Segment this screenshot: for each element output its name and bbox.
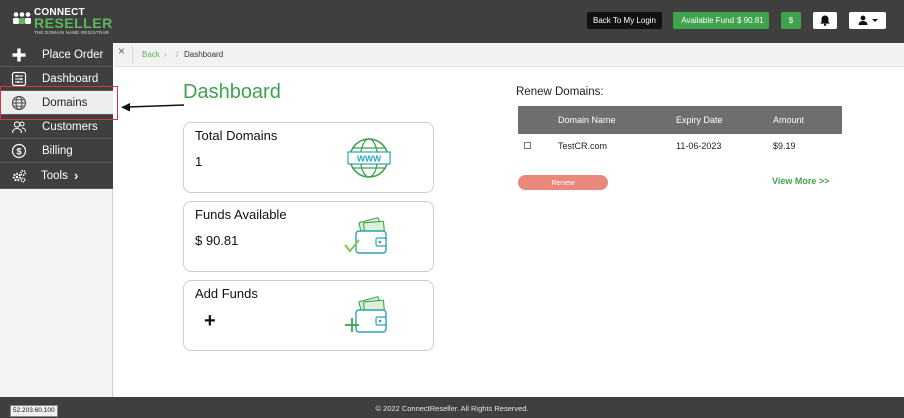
breadcrumb-bar [114,43,904,67]
sidebar-item-label: Billing [42,145,73,157]
customers-icon [11,121,26,134]
column-header-expiry[interactable]: Expiry Date [676,115,723,125]
add-fund-dollar-button[interactable]: $ [781,12,801,29]
row-checkbox[interactable] [524,142,531,149]
breadcrumb-current: Dashboard [184,50,224,59]
available-fund-label: Available Fund [681,16,735,25]
plus-icon [12,48,26,62]
wallet-check-icon [344,217,387,254]
breadcrumb-separator: / [176,50,179,59]
user-icon [858,15,878,25]
logo-people-icon [13,12,31,24]
card-title: Add Funds [195,286,258,301]
page-title: Dashboard [183,81,281,103]
card-value: 1 [195,154,203,169]
www-globe-icon: WWW [347,138,391,178]
notifications-button[interactable] [813,12,837,29]
breadcrumb-arrow-icon: › [164,50,167,59]
domain-name-cell: TestCR.com [558,141,608,151]
available-fund-button[interactable]: Available Fund $ 90.81 [673,12,769,29]
billing-icon: $ [11,143,27,159]
copyright-text: © 2022 ConnectReseller. All Rights Reser… [375,404,529,413]
card-title: Funds Available [195,207,287,222]
brand-line2: RESELLER [34,15,113,31]
table-row: TestCR.com 11-06-2023 $9.19 [518,134,842,158]
sidebar-item-billing[interactable]: $ Billing [0,139,113,163]
plus-icon: + [204,310,216,332]
card-value: $ 90.81 [195,233,239,248]
dashboard-icon [11,71,27,87]
card-title: Total Domains [195,128,278,143]
column-header-domain[interactable]: Domain Name [558,115,616,125]
close-icon[interactable]: × [118,44,125,58]
sidebar-item-tools[interactable]: Tools › [0,163,113,189]
funds-available-card[interactable]: Funds Available $ 90.81 [183,201,434,272]
svg-text:$: $ [16,147,22,158]
breadcrumb-back-link[interactable]: Back [142,50,160,59]
renew-button[interactable]: Renew [518,175,608,190]
amount-cell: $9.19 [773,141,796,151]
add-funds-card[interactable]: Add Funds + [183,280,434,351]
sidebar-item-label: Place Order [42,49,104,61]
annotation-arrow-icon [121,103,185,112]
renew-domains-title: Renew Domains: [516,86,604,98]
column-header-amount[interactable]: Amount [773,115,804,125]
ip-address-label: 52.203.60.100 [10,405,58,417]
wallet-plus-icon [345,296,387,333]
expiry-date-cell: 11-06-2023 [676,141,722,151]
logo[interactable]: CONNECT RESELLER THE DOMAIN NAME REGISTR… [12,8,122,36]
total-domains-card[interactable]: Total Domains 1 WWW [183,122,434,193]
chevron-right-icon: › [74,168,79,183]
svg-text:WWW: WWW [357,154,382,164]
caret-down-icon [872,19,878,22]
bell-icon [820,15,830,26]
user-menu-button[interactable] [849,12,886,29]
sidebar-item-label: Tools [41,170,68,182]
renew-table-header: Domain Name Expiry Date Amount [518,106,842,134]
back-to-login-button[interactable]: Back To My Login [587,12,662,29]
divider [132,46,133,64]
available-fund-value: $ 90.81 [737,16,764,25]
view-more-link[interactable]: View More >> [772,176,829,186]
gears-icon [12,169,27,183]
brand-tagline: THE DOMAIN NAME REGISTRAR [34,30,110,35]
domains-highlight-box [0,86,118,120]
sidebar-item-place-order[interactable]: Place Order [0,43,113,67]
